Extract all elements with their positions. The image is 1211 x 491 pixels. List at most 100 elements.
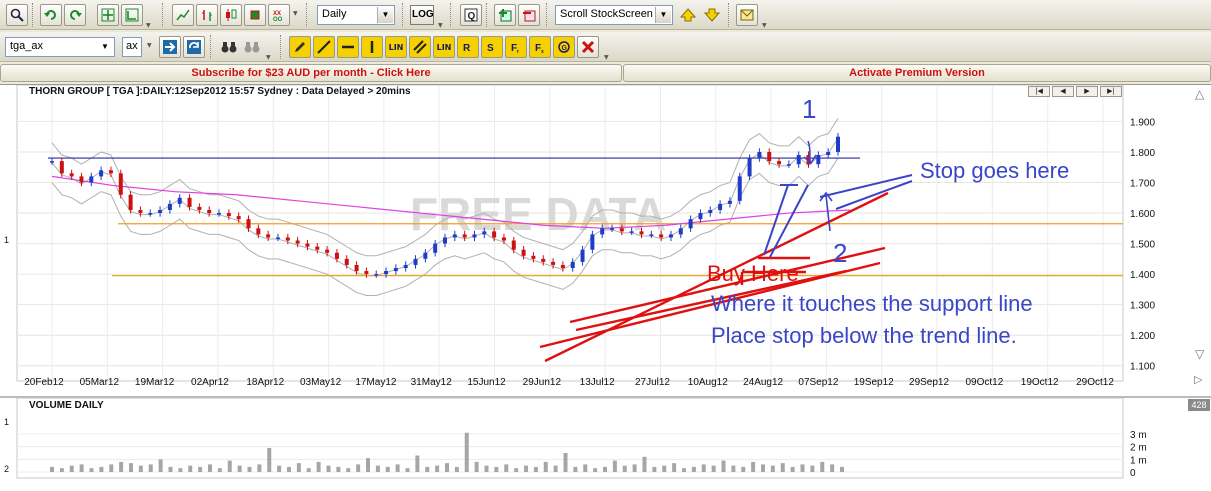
volume-tick-label: 0 (1130, 468, 1136, 479)
symbol-input[interactable]: tga_ax ▼ (5, 37, 115, 57)
trendline-icon[interactable] (313, 36, 335, 58)
volume-bar (612, 460, 617, 472)
speed-lines-icon[interactable]: S (481, 36, 503, 58)
volume-bar (188, 465, 193, 472)
go-arrow-icon[interactable] (159, 36, 181, 58)
price-bar-body (786, 164, 791, 166)
volume-bar (741, 466, 746, 472)
bar-chart-icon[interactable] (196, 4, 218, 26)
volume-side-label-bottom: 2 (4, 464, 9, 474)
subscribe-button[interactable]: Subscribe for $23 AUD per month - Click … (0, 64, 622, 82)
svg-text:G: G (562, 45, 568, 52)
chart-layout-icon[interactable] (121, 4, 143, 26)
activate-premium-button[interactable]: Activate Premium Version (623, 64, 1211, 82)
price-bar-body (295, 240, 300, 244)
fibonacci-icon[interactable]: Fr (505, 36, 527, 58)
price-bar-body (610, 228, 615, 230)
exchange-input[interactable]: ax (122, 37, 142, 57)
price-bar-body (236, 216, 241, 220)
watermark-text: FREE DATA (410, 188, 666, 240)
pencil-icon[interactable] (289, 36, 311, 58)
volume-bar (761, 464, 765, 472)
volume-bar (672, 463, 677, 472)
volume-bar (366, 458, 370, 472)
hollow-candle-icon[interactable] (244, 4, 266, 26)
volume-chart[interactable]: 3 m 2 m1 m 0 VOLUME DAILY 1 2 (0, 398, 1211, 491)
log-scale-button[interactable]: LOG (410, 5, 434, 25)
volume-bar (138, 465, 143, 472)
binoculars-next-icon[interactable] (241, 36, 263, 58)
x-tick-label: 20Feb12 (24, 377, 64, 388)
volume-bar (484, 465, 489, 472)
zoom-icon[interactable] (6, 4, 28, 26)
volume-bar (622, 465, 627, 472)
exchange-dropdown-icon[interactable]: ▼ (147, 42, 155, 49)
volume-bar (109, 464, 114, 472)
price-bar-body (659, 234, 664, 238)
price-bar-body (443, 237, 447, 244)
horizontal-line-icon[interactable] (337, 36, 359, 58)
price-bar-body (629, 231, 634, 233)
volume-bar (583, 464, 588, 472)
volume-bar (277, 465, 282, 472)
point-figure-icon[interactable]: XX OO (268, 4, 290, 26)
email-icon[interactable] (736, 4, 758, 26)
last-page-icon[interactable]: ▶| (1100, 86, 1122, 97)
volume-bar (474, 461, 479, 472)
refresh-icon[interactable] (183, 36, 205, 58)
price-bar-body (99, 170, 104, 177)
delete-drawings-icon[interactable] (577, 36, 599, 58)
buy-annotation: Buy Here (707, 261, 799, 286)
y-tick-label: 1.100 (1130, 362, 1155, 373)
chart-type-dropdown-icon[interactable]: ▼ (293, 10, 301, 17)
previous-page-icon[interactable]: ◀ (1052, 86, 1074, 97)
price-chart[interactable]: FREE DATA 1.900 1.800 1.700 1.600 1.500 1.400… (0, 85, 1211, 397)
candlestick-icon[interactable] (220, 4, 242, 26)
y-tick-label: 1.500 (1130, 240, 1155, 251)
volume-panel[interactable]: 3 m 2 m1 m 0 VOLUME DAILY 1 2 428 (0, 396, 1211, 491)
price-bar-body (108, 170, 113, 174)
vertical-line-icon[interactable] (361, 36, 383, 58)
x-tick-label: 27Jul12 (635, 377, 670, 388)
volume-bar (731, 465, 736, 472)
gann-icon[interactable]: G (553, 36, 575, 58)
price-bar-body (580, 249, 585, 262)
volume-bar (543, 461, 548, 472)
price-bar-body (619, 228, 624, 232)
price-bar-body (708, 209, 713, 214)
regression-channel-icon[interactable]: LIN (433, 36, 455, 58)
undo-icon[interactable] (40, 4, 62, 26)
next-page-icon[interactable]: ▶ (1076, 86, 1098, 97)
linear-regression-icon[interactable]: LIN (385, 36, 407, 58)
scale-down-icon[interactable]: ▽ (1195, 347, 1204, 361)
x-tick-label: 09Oct12 (965, 377, 1003, 388)
linear-regression-label: LIN (388, 42, 404, 52)
scroll-down-arrow-icon[interactable] (701, 4, 723, 26)
volume-bar (533, 466, 538, 472)
volume-bar (296, 463, 301, 472)
crosshair-icon[interactable] (97, 4, 119, 26)
retracement-icon[interactable]: R (457, 36, 479, 58)
price-bar-body (570, 261, 575, 269)
fibonacci-extension-icon[interactable]: Fx (529, 36, 551, 58)
price-chart-panel[interactable]: FREE DATA 1.900 1.800 1.700 1.600 1.500 1.400… (0, 84, 1211, 396)
volume-bar (632, 464, 637, 472)
quote-icon[interactable]: Q (460, 4, 482, 26)
parallel-lines-icon[interactable] (409, 36, 431, 58)
add-window-icon[interactable] (494, 4, 516, 26)
scroll-up-arrow-icon[interactable] (677, 4, 699, 26)
stockscreen-select[interactable]: Scroll StockScreen ▼ (555, 5, 673, 25)
redo-icon[interactable] (64, 4, 86, 26)
scroll-right-icon[interactable]: ▷ (1194, 373, 1202, 386)
remove-window-icon[interactable] (518, 4, 540, 26)
volume-bar (445, 463, 449, 472)
period-select[interactable]: Daily ▼ (317, 5, 395, 25)
first-page-icon[interactable]: |◀ (1028, 86, 1050, 97)
price-bar-body (688, 219, 693, 229)
price-bar-body (698, 213, 703, 220)
annotation-marker-2: 2 (833, 238, 847, 268)
scale-up-icon[interactable]: △ (1195, 87, 1204, 101)
y-axis: 1.900 1.800 1.700 1.600 1.500 1.400 1.300 1.200… (1130, 117, 1155, 372)
binoculars-icon[interactable] (218, 36, 240, 58)
line-chart-icon[interactable] (172, 4, 194, 26)
